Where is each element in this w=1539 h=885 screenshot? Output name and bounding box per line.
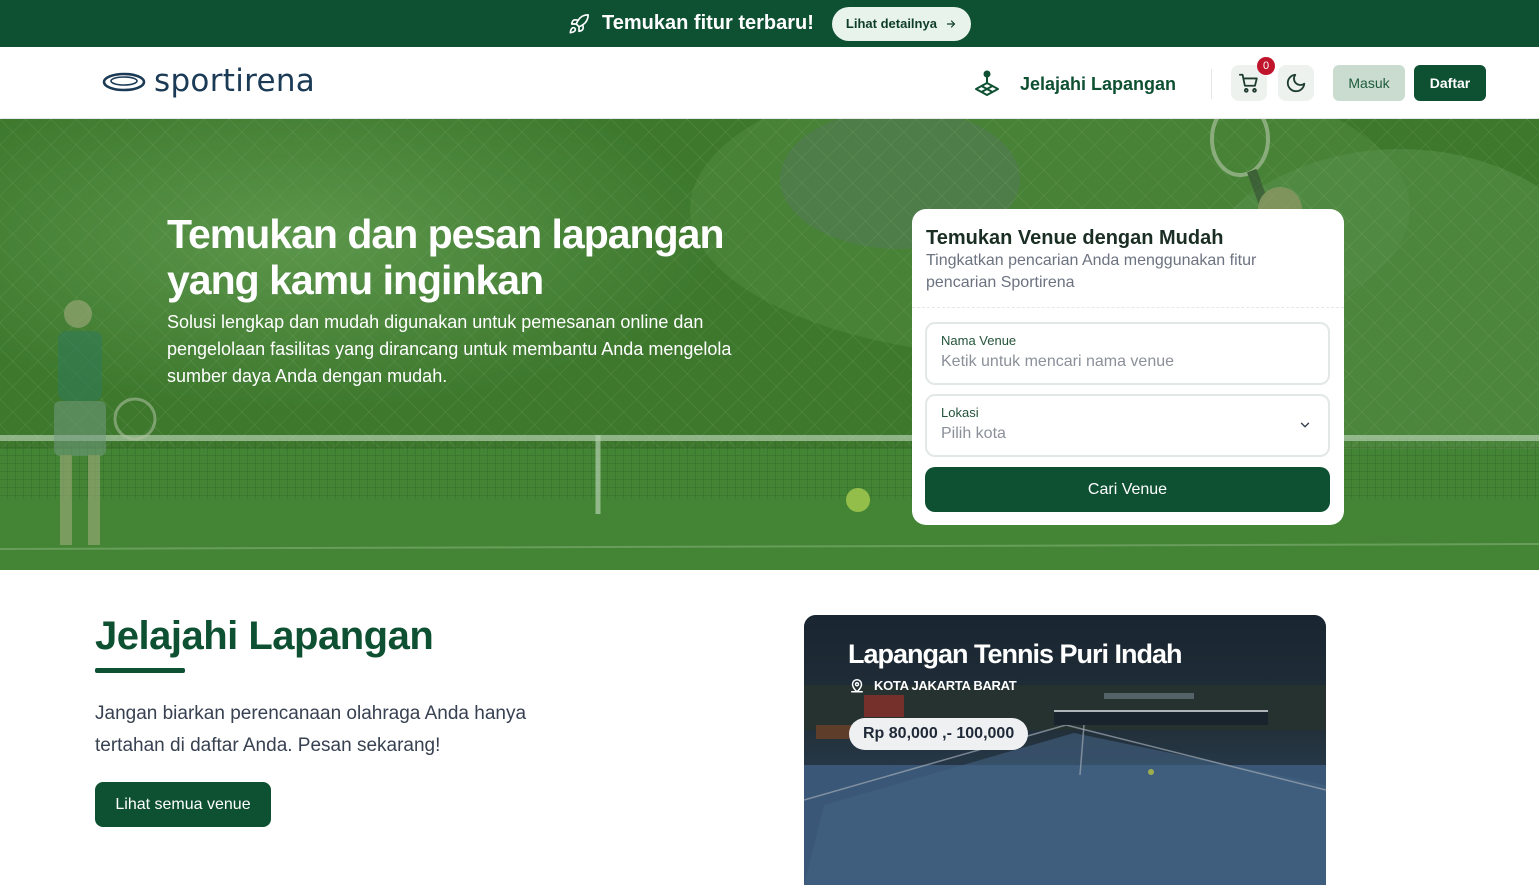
hero-section: Temukan dan pesan lapangan yang kamu ing… [0, 119, 1539, 570]
title-underline [95, 668, 185, 673]
venue-name-field[interactable]: Nama Venue Ketik untuk mencari nama venu… [925, 322, 1330, 385]
cart-button[interactable]: 0 [1231, 57, 1275, 101]
venue-card-title: Lapangan Tennis Puri Indah [848, 639, 1183, 669]
hero-subtitle: Solusi lengkap dan mudah digunakan untuk… [167, 312, 732, 386]
search-card-divider [912, 307, 1344, 308]
search-card-subtitle: Tingkatkan pencarian Anda menggunakan fi… [926, 252, 1257, 291]
announcement-text: Temukan fitur terbaru! [602, 12, 814, 34]
announcement-bar: Temukan fitur terbaru! Lihat detailnya [0, 0, 1539, 47]
logo-mark-icon [102, 72, 146, 92]
venue-name-input[interactable]: Ketik untuk mencari nama venue [941, 353, 1174, 371]
location-select[interactable]: Lokasi Pilih kota [925, 394, 1330, 457]
venue-card-price: Rp 80,000 ,- 100,000 [849, 718, 1029, 750]
location-label: Lokasi [941, 405, 979, 420]
login-button[interactable]: Masuk [1333, 65, 1405, 101]
arrow-right-icon [946, 19, 956, 28]
navbar: sportirena Jelajahi Lapangan 0 Masuk Daf… [0, 47, 1539, 119]
hero-title: Temukan dan pesan lapangan yang kamu ing… [167, 211, 725, 303]
venue-name-label: Nama Venue [941, 333, 1017, 348]
explore-description: Jangan biarkan perencanaan olahraga Anda… [95, 703, 527, 756]
moon-icon [1286, 73, 1306, 93]
map-pin-icon [851, 679, 863, 693]
logo[interactable]: sportirena [102, 63, 315, 99]
nav-explore-link[interactable]: Jelajahi Lapangan [972, 69, 1176, 99]
rocket-icon [568, 13, 590, 35]
theme-toggle-button[interactable] [1278, 65, 1314, 101]
announcement-details-button[interactable]: Lihat detailnya [831, 6, 971, 41]
nav-explore-label: Jelajahi Lapangan [1020, 73, 1177, 94]
explore-section-title: Jelajahi Lapangan [95, 614, 434, 658]
cart-count-badge: 0 [1257, 57, 1275, 75]
search-card-title: Temukan Venue dengan Mudah [926, 227, 1224, 249]
venue-card[interactable]: Lapangan Tennis Puri Indah KOTA JAKARTA … [804, 615, 1326, 885]
venue-search-card: Temukan Venue dengan Mudah Tingkatkan pe… [912, 209, 1344, 525]
register-button[interactable]: Daftar [1414, 65, 1486, 101]
chevron-down-icon [1300, 422, 1310, 428]
announcement-button-label: Lihat detailnya [845, 16, 937, 31]
nav-divider [1211, 69, 1212, 99]
cart-icon [1238, 73, 1258, 93]
search-venue-button[interactable]: Cari Venue [925, 467, 1330, 512]
venue-card-location-text: KOTA JAKARTA BARAT [874, 677, 1017, 693]
court-icon [975, 70, 999, 96]
logo-text: sportirena [154, 63, 316, 99]
view-all-venues-button[interactable]: Lihat semua venue [95, 782, 271, 827]
venue-card-location: KOTA JAKARTA BARAT [848, 676, 1017, 694]
location-value: Pilih kota [941, 425, 1006, 442]
